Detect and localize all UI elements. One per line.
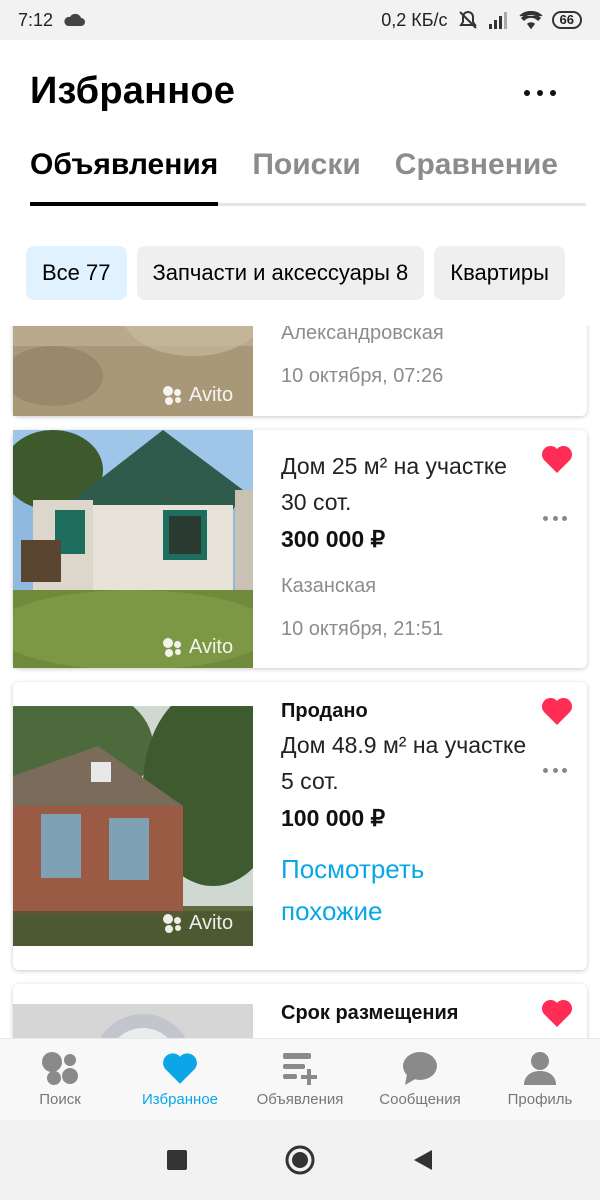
chip-parts-accessories[interactable]: Запчасти и аксессуары 8 bbox=[136, 246, 425, 300]
listing-status: Срок размещения bbox=[281, 1002, 459, 1024]
bottom-navigation: Поиск Избранное Объявления Сообщения Про… bbox=[0, 1038, 600, 1120]
listing-title: Дом 25 м² на участке 30 сот. bbox=[281, 453, 507, 515]
listing-photo: Avito bbox=[13, 706, 253, 946]
page-title: Избранное bbox=[30, 70, 236, 112]
listing-card[interactable]: Срок размещения bbox=[13, 984, 587, 1038]
listing-card[interactable]: Avito Дом 25 м² на участке 30 сот. 300 0… bbox=[13, 430, 587, 668]
cloud-icon bbox=[64, 13, 86, 26]
listing-location: Александровская bbox=[281, 326, 444, 344]
nav-profile[interactable]: Профиль bbox=[480, 1039, 600, 1120]
heart-icon[interactable] bbox=[541, 998, 573, 1028]
listing-date: 10 октября, 07:26 bbox=[281, 365, 444, 387]
wifi-icon bbox=[519, 11, 543, 29]
nav-favorites[interactable]: Избранное bbox=[120, 1039, 240, 1120]
listing-photo: Avito bbox=[13, 326, 253, 416]
listing-photo bbox=[13, 1004, 253, 1038]
listing-price: 300 000 ₽ bbox=[281, 526, 386, 552]
nav-label: Сообщения bbox=[379, 1091, 461, 1108]
back-icon[interactable] bbox=[412, 1148, 434, 1172]
listing-title: Дом 48.9 м² на участке 5 сот. bbox=[281, 732, 527, 794]
system-navigation-bar bbox=[0, 1120, 600, 1200]
status-time: 7:12 bbox=[18, 9, 54, 30]
nav-listings[interactable]: Объявления bbox=[240, 1039, 360, 1120]
listing-status: Продано bbox=[281, 700, 368, 722]
nav-label: Избранное bbox=[141, 1091, 219, 1108]
add-listing-icon bbox=[283, 1053, 317, 1085]
more-options-button[interactable] bbox=[524, 80, 556, 106]
mute-bell-icon bbox=[458, 10, 477, 29]
chip-all[interactable]: Все 77 bbox=[26, 246, 127, 300]
tab-searches[interactable]: Поиски bbox=[252, 148, 360, 206]
network-speed: 0,2 КБ/с bbox=[381, 9, 448, 30]
listing-price: 100 000 ₽ bbox=[281, 805, 386, 831]
user-icon bbox=[524, 1052, 556, 1085]
heart-icon bbox=[163, 1053, 197, 1084]
listing-more-button[interactable] bbox=[543, 768, 567, 774]
see-similar-link[interactable]: Посмотреть похожие bbox=[281, 848, 527, 932]
signal-icon bbox=[488, 12, 507, 29]
app-header: Избранное Объявления Поиски Сравнение bbox=[0, 40, 600, 230]
nav-search[interactable]: Поиск bbox=[0, 1039, 120, 1120]
recent-apps-icon[interactable] bbox=[166, 1149, 188, 1171]
chat-bubble-icon bbox=[403, 1052, 437, 1085]
nav-messages[interactable]: Сообщения bbox=[360, 1039, 480, 1120]
nav-label: Поиск bbox=[39, 1091, 81, 1108]
listing-location: Казанская bbox=[281, 575, 377, 597]
category-filter-chips: Все 77 Запчасти и аксессуары 8 Квартиры bbox=[26, 246, 565, 300]
tab-bar: Объявления Поиски Сравнение bbox=[30, 148, 586, 206]
avito-logo-icon bbox=[42, 1052, 78, 1085]
avito-watermark: Avito bbox=[163, 912, 233, 935]
chip-apartments[interactable]: Квартиры bbox=[434, 246, 565, 300]
listing-card[interactable]: Avito Продано Дом 48.9 м² на участке 5 с… bbox=[13, 682, 587, 970]
nav-label: Объявления bbox=[256, 1091, 344, 1108]
home-icon[interactable] bbox=[284, 1144, 316, 1176]
status-bar: 7:12 0,2 КБ/с 66 bbox=[0, 0, 600, 40]
nav-label: Профиль bbox=[507, 1091, 573, 1108]
listing-date: 10 октября, 21:51 bbox=[281, 618, 444, 640]
battery-indicator: 66 bbox=[551, 11, 582, 29]
more-horizontal-icon bbox=[524, 90, 530, 96]
listing-card[interactable]: Avito Александровская 10 октября, 07:26 bbox=[13, 326, 587, 416]
tab-comparison[interactable]: Сравнение bbox=[395, 148, 558, 206]
avito-watermark: Avito bbox=[163, 384, 233, 407]
heart-icon[interactable] bbox=[541, 444, 573, 474]
avito-watermark: Avito bbox=[163, 636, 233, 659]
listing-more-button[interactable] bbox=[543, 516, 567, 522]
listing-photo: Avito bbox=[13, 430, 253, 668]
favorites-list[interactable]: Avito Александровская 10 октября, 07:26 bbox=[0, 326, 600, 1038]
tab-listings[interactable]: Объявления bbox=[30, 148, 219, 206]
heart-icon[interactable] bbox=[541, 696, 573, 726]
